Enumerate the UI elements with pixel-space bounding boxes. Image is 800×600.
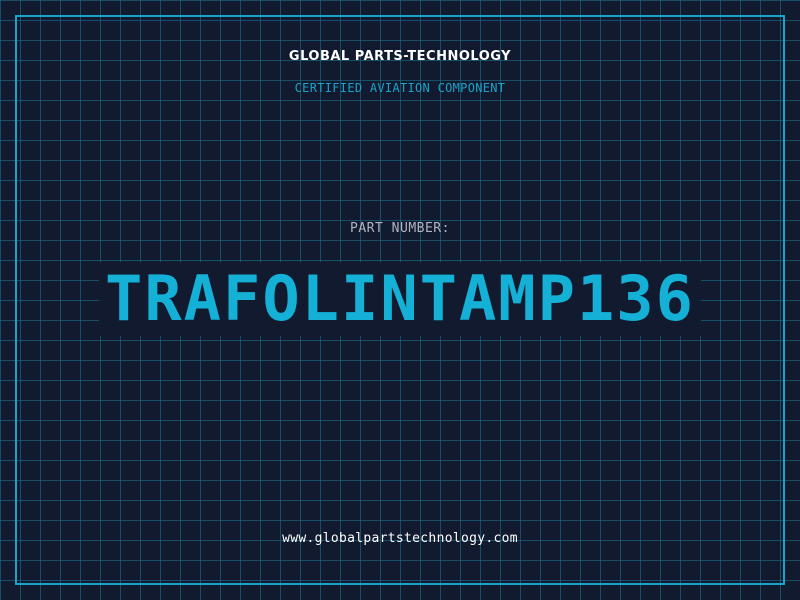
website-url: www.globalpartstechnology.com — [282, 531, 518, 546]
part-number-value: TRAFOLINTAMP136 — [99, 262, 701, 336]
certification-tagline: CERTIFIED AVIATION COMPONENT — [294, 81, 506, 95]
company-name: GLOBAL PARTS-TECHNOLOGY — [288, 49, 512, 64]
part-number-label: PART NUMBER: — [350, 221, 450, 236]
part-number-container: TRAFOLINTAMP136 — [0, 262, 800, 336]
grid-background: GLOBAL PARTS-TECHNOLOGY CERTIFIED AVIATI… — [0, 0, 800, 600]
